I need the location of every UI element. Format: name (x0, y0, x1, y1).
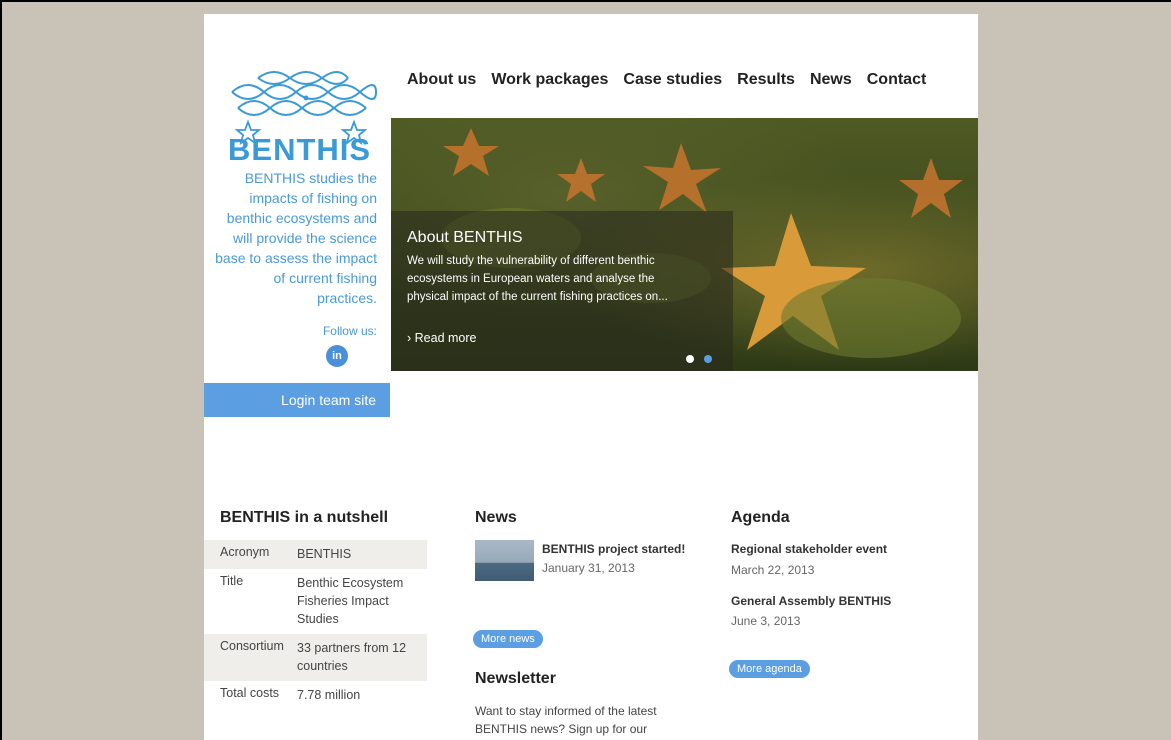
row-key: Title (220, 574, 244, 588)
news-thumbnail-image[interactable] (475, 540, 534, 581)
row-value: Benthic Ecosystem Fisheries Impact Studi… (297, 576, 404, 626)
site-tagline: BENTHIS studies the impacts of fishing o… (215, 170, 377, 306)
hero-caption: About BENTHIS We will study the vulnerab… (391, 211, 733, 371)
more-agenda-button[interactable]: More agenda (729, 660, 810, 678)
more-news-button[interactable]: More news (473, 630, 543, 648)
agenda-item-title[interactable]: Regional stakeholder event (731, 542, 887, 556)
main-nav: About us Work packages Case studies Resu… (407, 71, 926, 89)
nav-about-us[interactable]: About us (407, 71, 476, 89)
follow-us-label: Follow us: (322, 324, 377, 338)
hero-slider[interactable]: About BENTHIS We will study the vulnerab… (391, 118, 978, 371)
news-item-title[interactable]: BENTHIS project started! (542, 542, 685, 556)
row-key: Total costs (220, 686, 280, 700)
nav-contact[interactable]: Contact (867, 71, 927, 89)
nutshell-title: BENTHIS in a nutshell (220, 509, 389, 526)
login-team-site-button[interactable]: Login team site (204, 383, 390, 417)
news-title: News (475, 509, 517, 526)
agenda-item-date: March 22, 2013 (731, 563, 815, 577)
hero-text: We will study the vulnerability of diffe… (407, 255, 668, 303)
nav-work-packages[interactable]: Work packages (491, 71, 608, 89)
row-value: BENTHIS (297, 547, 352, 561)
row-key: Acronym (220, 545, 270, 559)
slider-dot-2[interactable] (704, 355, 712, 363)
page: BENTHIS BENTHIS studies the impacts of f… (204, 14, 978, 740)
slider-dot-1[interactable] (686, 355, 694, 363)
table-row: Total costs 7.78 million (204, 681, 427, 710)
nav-case-studies[interactable]: Case studies (623, 71, 722, 89)
read-more-link[interactable]: › Read more (407, 331, 476, 345)
logo-wordmark[interactable]: BENTHIS (228, 132, 371, 168)
agenda-item-date: June 3, 2013 (731, 614, 801, 628)
newsletter-title: Newsletter (475, 670, 556, 687)
row-value: 7.78 million (297, 688, 361, 702)
agenda-title: Agenda (731, 509, 790, 526)
table-row: Title Benthic Ecosystem Fisheries Impact… (204, 569, 427, 634)
agenda-item-title[interactable]: General Assembly BENTHIS (731, 594, 891, 608)
news-item-date: January 31, 2013 (542, 561, 635, 575)
row-value: 33 partners from 12 countries (297, 641, 407, 673)
nav-news[interactable]: News (810, 71, 852, 89)
nav-results[interactable]: Results (737, 71, 795, 89)
table-row: Acronym BENTHIS (204, 540, 427, 569)
linkedin-icon[interactable]: in (326, 345, 348, 367)
nutshell-table: Acronym BENTHIS Title Benthic Ecosystem … (204, 540, 427, 710)
table-row: Consortium 33 partners from 12 countries (204, 634, 427, 681)
newsletter-text: Want to stay informed of the latest BENT… (475, 704, 657, 736)
row-key: Consortium (220, 639, 284, 653)
hero-title: About BENTHIS (407, 229, 523, 246)
